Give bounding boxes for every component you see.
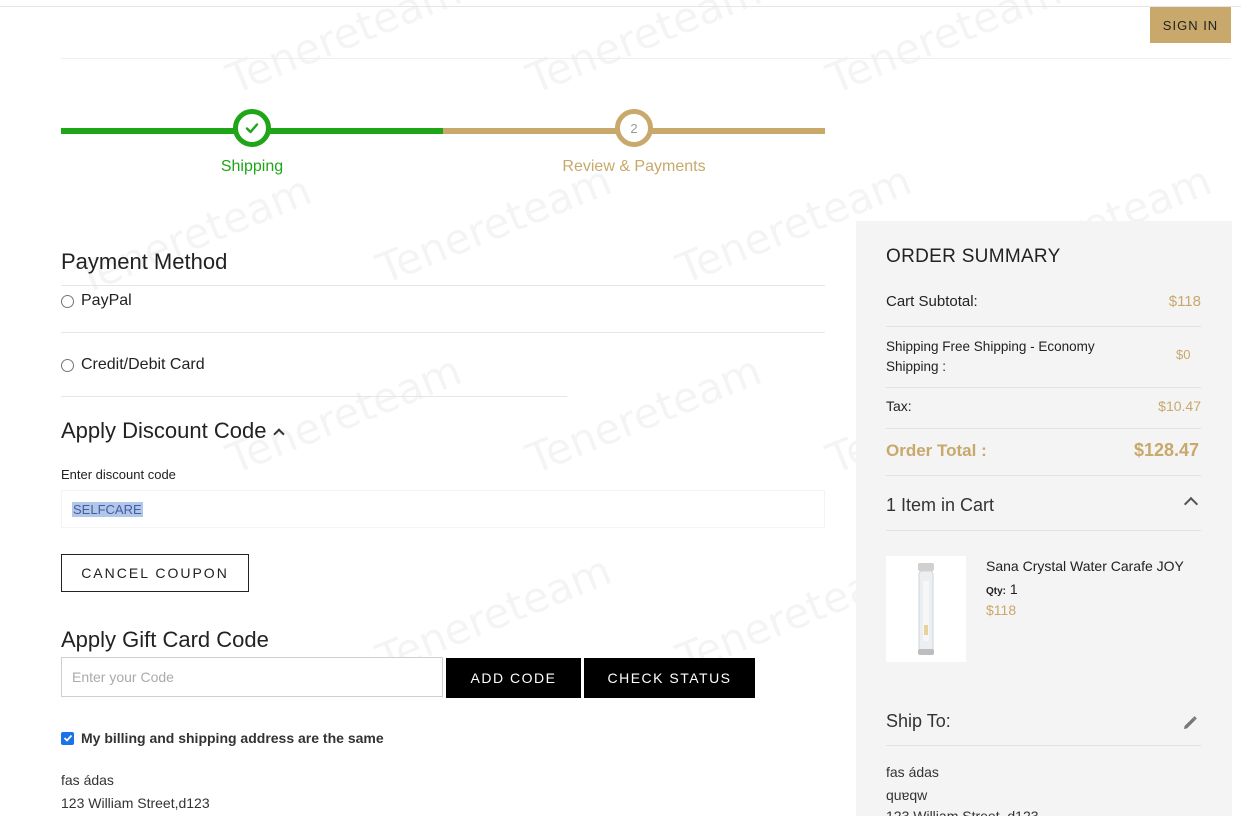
billing-same-label: My billing and shipping address are the … — [81, 730, 384, 746]
divider — [886, 387, 1201, 388]
checkbox-checked-icon[interactable] — [61, 731, 74, 745]
payment-option-label: Credit/Debit Card — [81, 356, 205, 373]
payment-method-title: Payment Method — [61, 249, 228, 274]
step-review-label: Review & Payments — [562, 158, 706, 175]
order-summary-panel: ORDER SUMMARY Cart Subtotal: $118 Shippi… — [856, 221, 1232, 816]
payment-option-label: PayPal — [81, 292, 132, 309]
sign-in-button[interactable]: SIGN IN — [1150, 7, 1231, 43]
shipping-label: Shipping Free Shipping - Economy Shippin… — [886, 339, 1095, 374]
watermark-text: Tenereteam — [820, 0, 1068, 104]
discount-field-label: Enter discount code — [61, 467, 176, 482]
divider — [886, 326, 1201, 327]
divider — [61, 332, 825, 333]
order-total-value: $128.47 — [1134, 440, 1200, 460]
divider — [886, 745, 1201, 746]
product-thumbnail — [886, 556, 966, 662]
top-divider — [0, 6, 1241, 7]
check-status-button[interactable]: CHECK STATUS — [584, 658, 755, 698]
subtotal-row: Cart Subtotal: $118 — [886, 293, 1201, 310]
payment-option-paypal[interactable]: PayPal — [61, 292, 132, 310]
watermark-text: Tenereteam — [370, 155, 618, 293]
chevron-up-icon[interactable] — [1183, 496, 1199, 512]
edit-pencil-icon[interactable] — [1182, 715, 1198, 736]
ship-to-address-line: quɐqw — [886, 787, 928, 803]
items-in-cart-header[interactable]: 1 Item in Cart — [886, 495, 994, 516]
ship-to-address-line: 123 William Street, d123 — [886, 808, 1039, 816]
tax-value: $10.47 — [1158, 398, 1201, 414]
product-name: Sana Crystal Water Carafe JOY — [986, 558, 1184, 574]
cancel-coupon-button[interactable]: CANCEL COUPON — [61, 554, 249, 592]
divider — [886, 530, 1201, 531]
qty-value: 1 — [1009, 581, 1018, 597]
subtotal-label: Cart Subtotal: — [886, 293, 978, 310]
radio-button[interactable] — [61, 358, 74, 372]
product-qty: Qty: 1 — [986, 581, 1018, 597]
tax-row: Tax: $10.47 — [886, 398, 1201, 414]
watermark-text: Tenereteam — [70, 165, 318, 303]
billing-same-checkbox-row[interactable]: My billing and shipping address are the … — [61, 730, 384, 746]
watermark-text: Tenereteam — [220, 0, 468, 104]
step-shipping-check-icon — [233, 109, 271, 147]
gift-card-title: Apply Gift Card Code — [61, 627, 269, 652]
discount-toggle[interactable]: Apply Discount Code — [61, 418, 286, 444]
tax-label: Tax: — [886, 398, 912, 414]
billing-address-line: fas ádas — [61, 772, 114, 788]
watermark-text: Tenereteam — [520, 345, 768, 483]
payment-option-card[interactable]: Credit/Debit Card — [61, 356, 205, 374]
step-review-number: 2 — [615, 109, 653, 147]
product-price: $118 — [986, 602, 1017, 618]
discount-code-input[interactable]: SELFCARE — [61, 490, 825, 528]
order-total-label: Order Total : — [886, 441, 987, 460]
shipping-value: $0 — [1176, 347, 1191, 362]
ship-to-title: Ship To: — [886, 711, 951, 731]
watermark-text: Tenereteam — [220, 345, 468, 483]
add-code-button[interactable]: ADD CODE — [446, 658, 581, 698]
watermark-text: Tenereteam — [520, 0, 768, 104]
discount-code-value: SELFCARE — [72, 501, 143, 517]
step-shipping-label[interactable]: Shipping — [152, 158, 352, 176]
order-summary-title: ORDER SUMMARY — [886, 246, 1061, 267]
divider — [61, 285, 825, 286]
divider — [61, 396, 567, 397]
ship-to-address-line: fas ádas — [886, 764, 939, 780]
radio-button[interactable] — [61, 294, 74, 308]
divider — [886, 475, 1201, 476]
discount-title: Apply Discount Code — [61, 418, 267, 443]
billing-address-line: 123 William Street,d123 — [61, 795, 210, 811]
qty-label: Qty: — [986, 586, 1006, 597]
divider — [886, 428, 1201, 429]
gift-card-input[interactable] — [61, 657, 443, 697]
chevron-up-icon — [273, 428, 286, 440]
header-divider — [61, 58, 1231, 59]
subtotal-value: $118 — [1168, 293, 1201, 310]
